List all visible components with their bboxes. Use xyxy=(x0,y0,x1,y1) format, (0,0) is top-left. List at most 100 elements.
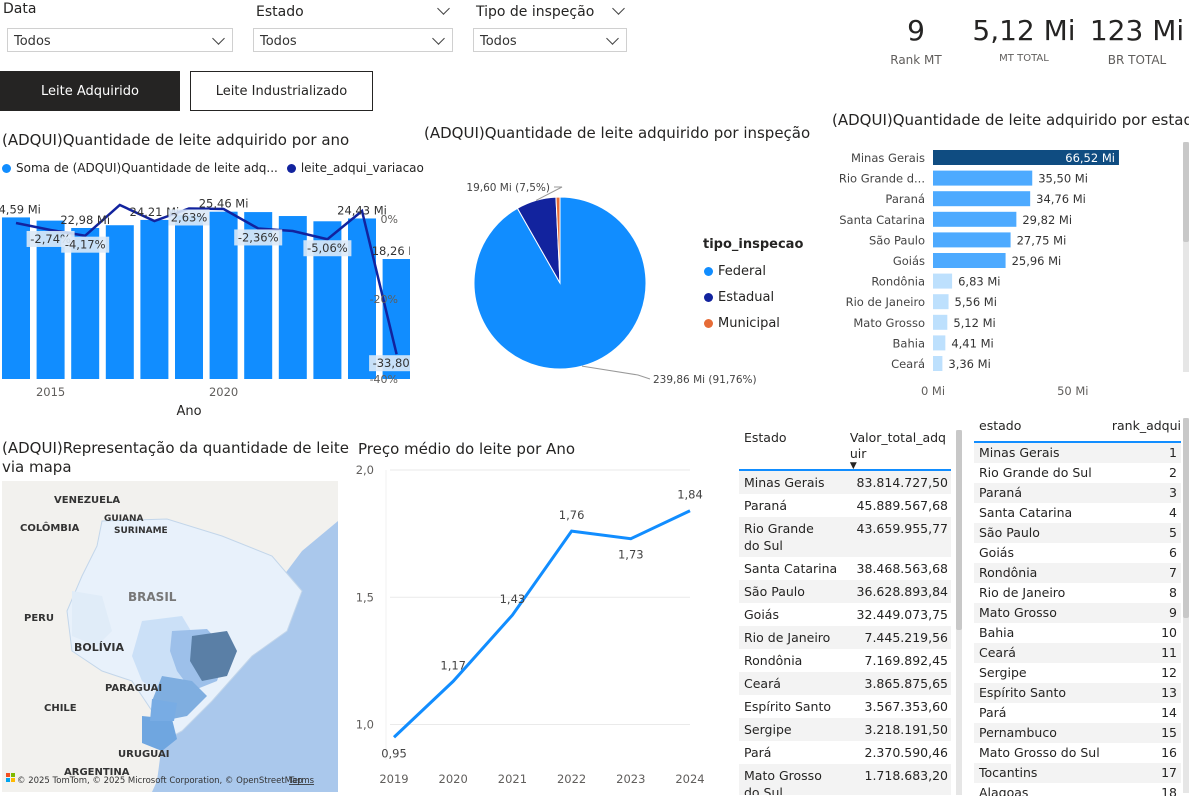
valor-table-body: Minas Gerais 83.814.727,50 Paraná 45.889.56… xyxy=(739,471,951,795)
cell-estado: Ceará xyxy=(744,676,781,691)
table-row[interactable]: Rio Grande do Sul 43.659.955,77 xyxy=(739,517,951,557)
table-row[interactable]: Sergipe 12 xyxy=(974,663,1181,683)
table-row[interactable]: Bahia 10 xyxy=(974,623,1181,643)
chevron-down-icon[interactable] xyxy=(612,2,625,15)
table-row[interactable]: Pará 14 xyxy=(974,703,1181,723)
slicer-data-dropdown[interactable]: Todos xyxy=(7,28,233,52)
legend-label: Federal xyxy=(718,263,766,279)
table-row[interactable]: Espírito Santo 3.567.353,60 xyxy=(739,695,951,718)
year-bar[interactable] xyxy=(105,225,134,379)
table-row[interactable]: Ceará 3.865.875,65 xyxy=(739,672,951,695)
scrollbar-thumb[interactable] xyxy=(1183,142,1189,242)
year-bar[interactable] xyxy=(140,219,169,379)
price-data-label: 1,73 xyxy=(618,548,644,562)
legend-dot-icon xyxy=(286,163,296,173)
state-bar[interactable] xyxy=(933,170,1033,186)
scrollbar-thumb[interactable] xyxy=(956,430,962,630)
pie-data-label: 239,86 Mi (91,76%) xyxy=(653,374,757,386)
cell-estado: Tocantins xyxy=(979,765,1038,780)
state-bar[interactable] xyxy=(933,253,1006,268)
col-estado-header[interactable]: Estado xyxy=(739,425,845,469)
cell-estado: Espírito Santo xyxy=(744,699,832,714)
state-value-label: 34,76 Mi xyxy=(1036,192,1086,206)
year-bar[interactable] xyxy=(209,211,238,379)
valor-table-scrollbar[interactable] xyxy=(956,430,962,795)
table-row[interactable]: Mato Grosso do Sul 16 xyxy=(974,743,1181,763)
table-row[interactable]: Goiás 32.449.073,75 xyxy=(739,603,951,626)
cell-rank: 16 xyxy=(1161,745,1177,760)
state-category-label: Rondônia xyxy=(871,275,925,289)
table-row[interactable]: Sergipe 3.218.191,50 xyxy=(739,718,951,741)
y-tick-label: 1,5 xyxy=(356,590,374,604)
year-bar[interactable] xyxy=(175,215,203,379)
state-bar[interactable] xyxy=(933,211,1017,227)
slicer-tipo-dropdown[interactable]: Todos xyxy=(473,28,627,52)
state-bar[interactable] xyxy=(933,356,943,371)
table-row[interactable]: Rio Grande do Sul 2 xyxy=(974,463,1181,483)
table-row[interactable]: Rio de Janeiro 7.445.219,56 xyxy=(739,626,951,649)
table-row[interactable]: São Paulo 5 xyxy=(974,523,1181,543)
state-category-label: Ceará xyxy=(891,357,925,371)
cell-valor: 83.814.727,50 xyxy=(856,475,948,490)
table-row[interactable]: Rondônia 7.169.892,45 xyxy=(739,649,951,672)
map-terms-link[interactable]: Terms xyxy=(288,776,315,786)
table-row[interactable]: Pernambuco 15 xyxy=(974,723,1181,743)
table-row[interactable]: Mato Grosso 9 xyxy=(974,603,1181,623)
table-row[interactable]: Paraná 3 xyxy=(974,483,1181,503)
table-row[interactable]: Minas Gerais 83.814.727,50 xyxy=(739,471,951,494)
state-bar[interactable] xyxy=(933,335,946,351)
state-bar[interactable] xyxy=(933,191,1031,207)
x-tick-label: 0 Mi xyxy=(921,384,945,398)
state-category-label: Santa Catarina xyxy=(839,213,925,227)
cell-estado: Minas Gerais xyxy=(744,475,825,490)
bar-data-label: 25,46 Mi xyxy=(199,197,249,211)
table-row[interactable]: Goiás 6 xyxy=(974,543,1181,563)
rank-table-scrollbar[interactable] xyxy=(1183,418,1189,793)
price-data-label: 1,43 xyxy=(500,592,526,606)
table-row[interactable]: Pará 2.370.590,46 xyxy=(739,741,951,764)
legend-item-municipal[interactable]: Municipal xyxy=(704,310,780,336)
col-rank-header[interactable]: rank_adqui xyxy=(1104,413,1181,441)
slicer-estado-value: Todos xyxy=(260,34,297,49)
table-row[interactable]: Rio de Janeiro 8 xyxy=(974,583,1181,603)
col-valor-header[interactable]: Valor_total_adq uir ▼ xyxy=(845,425,951,471)
table-row[interactable]: Mato Grosso do Sul 1.718.683,20 xyxy=(739,764,951,795)
table-row[interactable]: Rondônia 7 xyxy=(974,563,1181,583)
state-value-label: 35,50 Mi xyxy=(1038,172,1088,186)
slicer-estado-label: Estado xyxy=(256,4,304,20)
leite-adquirido-button[interactable]: Leite Adquirido xyxy=(0,71,180,111)
slicer-estado-dropdown[interactable]: Todos xyxy=(253,28,453,52)
y-tick-label: 2,0 xyxy=(356,463,374,477)
table-row[interactable]: Tocantins 17 xyxy=(974,763,1181,783)
cell-valor: 3.865.875,65 xyxy=(864,676,949,691)
table-row[interactable]: Minas Gerais 1 xyxy=(974,443,1181,463)
cell-valor: 38.468.563,68 xyxy=(856,561,948,576)
table-row[interactable]: Alagoas 18 xyxy=(974,783,1181,796)
price-line[interactable] xyxy=(392,509,691,739)
state-bar[interactable] xyxy=(933,273,953,289)
table-row[interactable]: Espírito Santo 13 xyxy=(974,683,1181,703)
year-bar[interactable] xyxy=(2,217,30,379)
col-estado-header[interactable]: estado xyxy=(974,413,1104,441)
table-row[interactable]: Santa Catarina 4 xyxy=(974,503,1181,523)
state-bar[interactable] xyxy=(933,294,949,310)
state-bar[interactable] xyxy=(933,232,1011,248)
legend-item-federal[interactable]: Federal xyxy=(704,258,780,284)
table-row[interactable]: Santa Catarina 38.468.563,68 xyxy=(739,557,951,580)
legend-item-estadual[interactable]: Estadual xyxy=(704,284,780,310)
leite-industrializado-button[interactable]: Leite Industrializado xyxy=(190,71,373,111)
y-tick-label: 1,0 xyxy=(356,718,374,732)
cell-valor: 3.567.353,60 xyxy=(864,699,949,714)
map-visual[interactable]: VENEZUELA GUIANA SURINAME COLÔMBIA BRASI… xyxy=(2,481,338,792)
year-bar[interactable] xyxy=(278,216,307,379)
chevron-down-icon[interactable] xyxy=(437,2,450,15)
map-label-peru: PERU xyxy=(24,613,54,624)
map-label-brasil: BRASIL xyxy=(128,590,177,604)
hbar-scrollbar[interactable] xyxy=(1183,142,1189,372)
state-bar[interactable] xyxy=(933,314,948,330)
table-row[interactable]: São Paulo 36.628.893,84 xyxy=(739,580,951,603)
scrollbar-thumb[interactable] xyxy=(1183,418,1189,618)
table-row[interactable]: Ceará 11 xyxy=(974,643,1181,663)
cell-rank: 11 xyxy=(1161,645,1177,660)
table-row[interactable]: Paraná 45.889.567,68 xyxy=(739,494,951,517)
